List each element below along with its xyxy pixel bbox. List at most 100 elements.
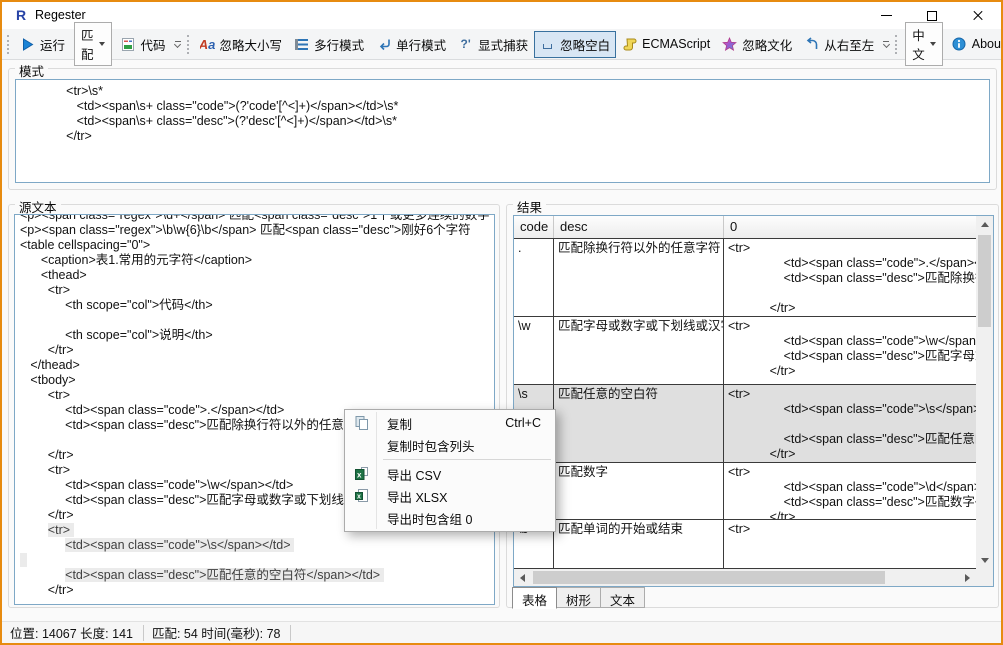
tab-tree[interactable]: 树形: [557, 587, 601, 608]
source-line: <p><span class="regex">\b\w{6}\b</span> …: [20, 223, 494, 238]
horizontal-scroll-thumb[interactable]: [533, 571, 885, 584]
toolbar-grip[interactable]: [895, 35, 897, 54]
svg-text:x: x: [357, 471, 362, 480]
menu-label: 导出 CSV: [387, 465, 441, 484]
pattern-group-label: 模式: [15, 61, 48, 80]
source-line-match: <td><span class="code">\s</span></td>: [20, 538, 494, 553]
language-dropdown[interactable]: 中文: [905, 22, 943, 66]
cell-desc: 匹配单词的开始或结束: [554, 520, 724, 569]
tab-table[interactable]: 表格: [512, 587, 557, 609]
list-icon: [294, 37, 309, 52]
copy-icon: [354, 415, 370, 434]
cell-desc: 匹配任意的空白符: [554, 385, 724, 463]
match-mode-label: 匹配: [81, 25, 94, 63]
toolbar-grip[interactable]: [7, 35, 9, 54]
status-position: 位置: 14067 长度: 141: [2, 623, 143, 642]
space-icon: [540, 37, 555, 52]
ignore-culture-label: 忽略文化: [742, 35, 792, 54]
menu-label: 复制: [387, 414, 412, 433]
singleline-toggle[interactable]: 单行模式: [370, 31, 452, 58]
toolbar-grip[interactable]: [187, 35, 189, 54]
pattern-groupbox: 模式 <tr>\s* <td><span\s+ class="code">(?'…: [8, 68, 997, 190]
match-mode-dropdown[interactable]: 匹配: [74, 22, 112, 66]
menu-item-export-csv[interactable]: x 导出 CSV: [347, 463, 553, 485]
ecmascript-label: ECMAScript: [642, 37, 710, 51]
scroll-left-icon[interactable]: [520, 574, 525, 582]
explicit-capture-label: 显式捕获: [478, 35, 528, 54]
status-separator: [290, 625, 291, 641]
close-icon: [972, 10, 984, 22]
svg-text:x: x: [357, 494, 361, 501]
result-row[interactable]: \d 匹配数字 <tr> <td><span class="code">\d</…: [514, 463, 976, 520]
toolbar: 运行 匹配 代码 Aa 忽略大小写 多行模式: [2, 29, 1001, 60]
cell-desc: 匹配数字: [554, 463, 724, 520]
cell-match: <tr> <td><span class="code">.</span></td…: [724, 239, 976, 317]
menu-item-export-xlsx[interactable]: x 导出 XLSX: [347, 485, 553, 507]
source-line: </thead>: [20, 358, 494, 373]
right-to-left-toggle[interactable]: 从右至左: [798, 31, 880, 58]
play-icon: [20, 37, 35, 52]
app-icon: R: [13, 7, 29, 23]
result-row[interactable]: . 匹配除换行符以外的任意字符 <tr> <td><span class="co…: [514, 239, 976, 317]
menu-item-copy-with-headers[interactable]: 复制时包含列头: [347, 434, 553, 456]
ignore-whitespace-toggle[interactable]: 忽略空白: [534, 31, 616, 58]
result-row[interactable]: \b 匹配单词的开始或结束 <tr>: [514, 520, 976, 569]
column-header-0[interactable]: 0: [724, 216, 976, 238]
toolbar-overflow-button[interactable]: [883, 41, 889, 48]
cell-desc: 匹配字母或数字或下划线或汉字: [554, 317, 724, 385]
source-line: <tr>: [20, 283, 494, 298]
menu-label: 复制时包含列头: [387, 436, 475, 455]
results-grid: code desc 0 . 匹配除换行符以外的任意字符 <tr> <td><sp…: [513, 215, 994, 587]
code-label: 代码: [141, 35, 166, 54]
titlebar[interactable]: R Regester: [2, 2, 1001, 29]
grid-header-row: code desc 0: [514, 216, 976, 239]
cell-match: <tr> <td><span class="code">\s</span></t…: [724, 385, 976, 463]
column-header-desc[interactable]: desc: [554, 216, 724, 238]
results-groupbox: 结果 code desc 0 . 匹配除换行符以外的任意字符 <tr> <td>…: [506, 204, 999, 608]
chevron-down-icon: [99, 42, 105, 46]
ignore-case-toggle[interactable]: Aa 忽略大小写: [194, 31, 289, 58]
pattern-input[interactable]: <tr>\s* <td><span\s+ class="code">(?'cod…: [15, 79, 990, 183]
run-button[interactable]: 运行: [14, 31, 71, 58]
menu-separator: [383, 459, 551, 460]
menu-item-export-include-group0[interactable]: 导出时包含组 0: [347, 507, 553, 529]
vertical-scrollbar[interactable]: [976, 216, 993, 569]
source-line: <th scope="col">代码</th>: [20, 298, 494, 313]
source-line: <tr>: [20, 388, 494, 403]
scroll-up-icon[interactable]: [981, 222, 989, 227]
tab-text[interactable]: 文本: [601, 587, 645, 608]
result-row-selected[interactable]: \s 匹配任意的空白符 <tr> <td><span class="code">…: [514, 385, 976, 463]
column-header-code[interactable]: code: [514, 216, 554, 238]
source-line: </tr>: [20, 343, 494, 358]
app-window: R Regester 运行 匹配: [0, 0, 1003, 645]
scroll-down-icon[interactable]: [981, 558, 989, 563]
explicit-capture-toggle[interactable]: ?' 显式捕获: [452, 31, 534, 58]
code-button[interactable]: 代码: [115, 31, 172, 58]
about-button[interactable]: About: [946, 33, 1003, 56]
status-match: 匹配: 54 时间(毫秒): 78: [144, 623, 291, 642]
ignore-culture-toggle[interactable]: 忽略文化: [716, 31, 798, 58]
scrollbar-corner: [976, 569, 993, 586]
close-button[interactable]: [955, 2, 1001, 29]
ignore-whitespace-label: 忽略空白: [560, 35, 610, 54]
multiline-toggle[interactable]: 多行模式: [288, 31, 370, 58]
cell-code: \w: [514, 317, 554, 385]
info-icon: [952, 37, 967, 52]
grid-rows: . 匹配除换行符以外的任意字符 <tr> <td><span class="co…: [514, 239, 976, 569]
minimize-button[interactable]: [863, 2, 909, 29]
vertical-scroll-thumb[interactable]: [978, 235, 991, 327]
chevron-down-icon: [930, 42, 936, 46]
result-row[interactable]: \w 匹配字母或数字或下划线或汉字 <tr> <td><span class="…: [514, 317, 976, 385]
source-line: [20, 313, 494, 328]
scroll-right-icon[interactable]: [965, 574, 970, 582]
ecmascript-toggle[interactable]: ECMAScript: [616, 33, 716, 56]
cell-match: <tr> <td><span class="code">\d</span></t…: [724, 463, 976, 520]
statusbar: 位置: 14067 长度: 141 匹配: 54 时间(毫秒): 78: [2, 621, 1001, 643]
pattern-text: <tr>\s* <td><span\s+ class="code">(?'cod…: [21, 84, 989, 144]
horizontal-scrollbar[interactable]: [514, 569, 976, 586]
source-text: <p><span class="regex">\d+</span> 匹配<spa…: [15, 214, 494, 598]
toolbar-overflow-button[interactable]: [175, 41, 181, 48]
font-case-icon: Aa: [200, 37, 215, 52]
source-groupbox: 源文本 <p><span class="regex">\d+</span> 匹配…: [8, 204, 500, 608]
menu-item-copy[interactable]: 复制 Ctrl+C: [347, 412, 553, 434]
